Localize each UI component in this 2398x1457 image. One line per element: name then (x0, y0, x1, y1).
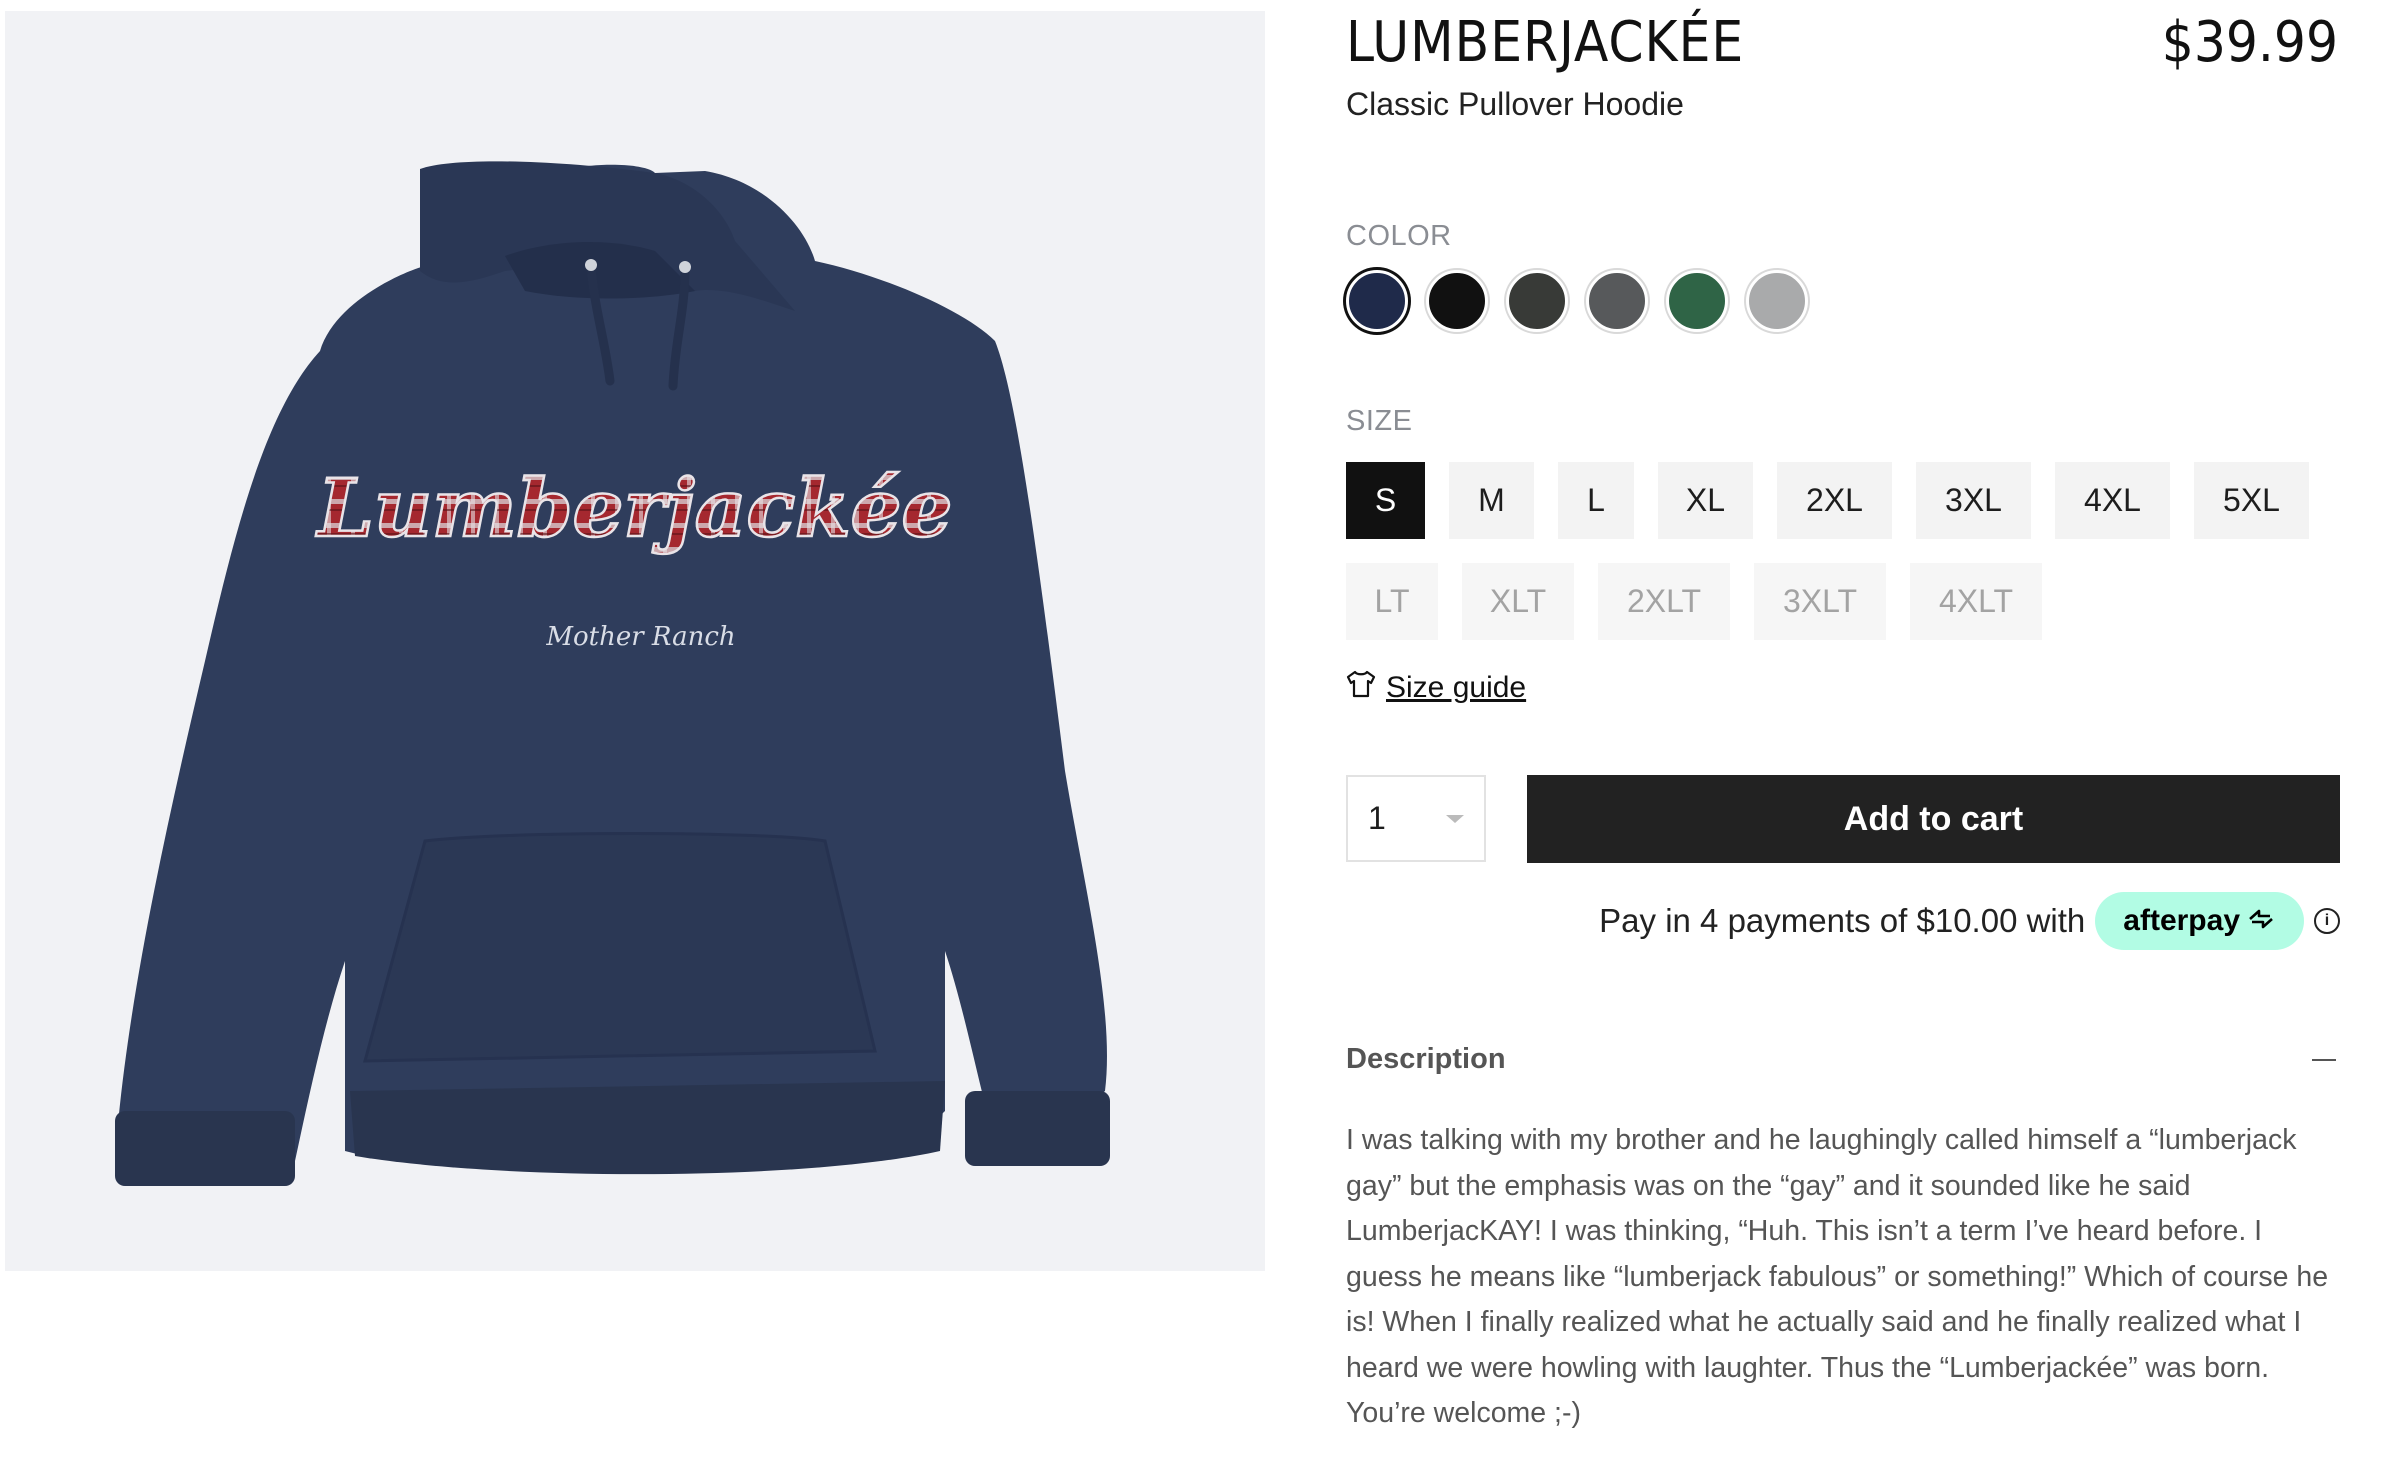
afterpay-badge[interactable]: afterpay (2095, 892, 2304, 950)
collapse-icon[interactable] (2312, 1058, 2336, 1061)
size-option-lt[interactable]: LT (1346, 563, 1438, 640)
size-options-row-2: LT XLT 2XLT 3XLT 4XLT (1346, 563, 2066, 640)
afterpay-arrows-icon (2246, 904, 2276, 938)
add-to-cart-button[interactable]: Add to cart (1527, 775, 2340, 863)
size-options-row-1: S M L XL 2XL 3XL 4XL 5XL (1346, 462, 2333, 539)
size-option-4xl[interactable]: 4XL (2055, 462, 2170, 539)
product-title: LUMBERJACKÉE (1346, 10, 1745, 75)
color-swatch-charcoal[interactable] (1586, 270, 1648, 332)
afterpay-message: Pay in 4 payments of $10.00 with afterpa… (1599, 892, 2340, 950)
print-text: Lumberjackée (316, 461, 953, 555)
size-label: SIZE (1346, 405, 1413, 437)
product-info: LUMBERJACKÉE $39.99 Classic Pullover Hoo… (1346, 0, 2340, 1457)
quantity-select[interactable]: 1 (1346, 775, 1486, 862)
hoodie-illustration: Lumberjackée Mother Ranch (115, 161, 1110, 1187)
description-text: I was talking with my brother and he lau… (1346, 1124, 2329, 1429)
size-option-5xl[interactable]: 5XL (2194, 462, 2309, 539)
color-swatch-heather-grey[interactable] (1746, 270, 1808, 332)
color-swatch-forest-green[interactable] (1666, 270, 1728, 332)
size-guide: Size guide (1346, 670, 1526, 706)
description-header[interactable]: Description (1346, 1043, 2340, 1076)
product-subtitle: Classic Pullover Hoodie (1346, 86, 1684, 122)
color-swatch-dark-heather[interactable] (1506, 270, 1568, 332)
size-option-xl[interactable]: XL (1658, 462, 1753, 539)
signature-text: Mother Ranch (545, 622, 735, 652)
color-swatch-black[interactable] (1426, 270, 1488, 332)
color-swatches (1346, 270, 1808, 332)
size-option-2xlt[interactable]: 2XLT (1598, 563, 1730, 640)
chevron-down-icon (1446, 814, 1464, 823)
quantity-value: 1 (1368, 800, 1386, 836)
product-price: $39.99 (2161, 10, 2338, 75)
size-option-s[interactable]: S (1346, 462, 1425, 539)
afterpay-logo-text: afterpay (2123, 904, 2240, 937)
size-option-3xlt[interactable]: 3XLT (1754, 563, 1886, 640)
size-guide-link[interactable]: Size guide (1386, 671, 1526, 705)
size-option-2xl[interactable]: 2XL (1777, 462, 1892, 539)
size-option-xlt[interactable]: XLT (1462, 563, 1574, 640)
color-swatch-navy[interactable] (1346, 270, 1408, 332)
size-option-4xlt[interactable]: 4XLT (1910, 563, 2042, 640)
size-option-3xl[interactable]: 3XL (1916, 462, 2031, 539)
info-icon[interactable]: i (2314, 908, 2340, 934)
afterpay-text: Pay in 4 payments of $10.00 with (1599, 902, 2086, 939)
description-title: Description (1346, 1043, 1506, 1075)
shirt-icon (1346, 670, 1376, 706)
size-option-l[interactable]: L (1558, 462, 1634, 539)
size-option-m[interactable]: M (1449, 462, 1534, 539)
product-image[interactable]: Lumberjackée Mother Ranch (5, 11, 1265, 1271)
color-label: COLOR (1346, 220, 1452, 252)
